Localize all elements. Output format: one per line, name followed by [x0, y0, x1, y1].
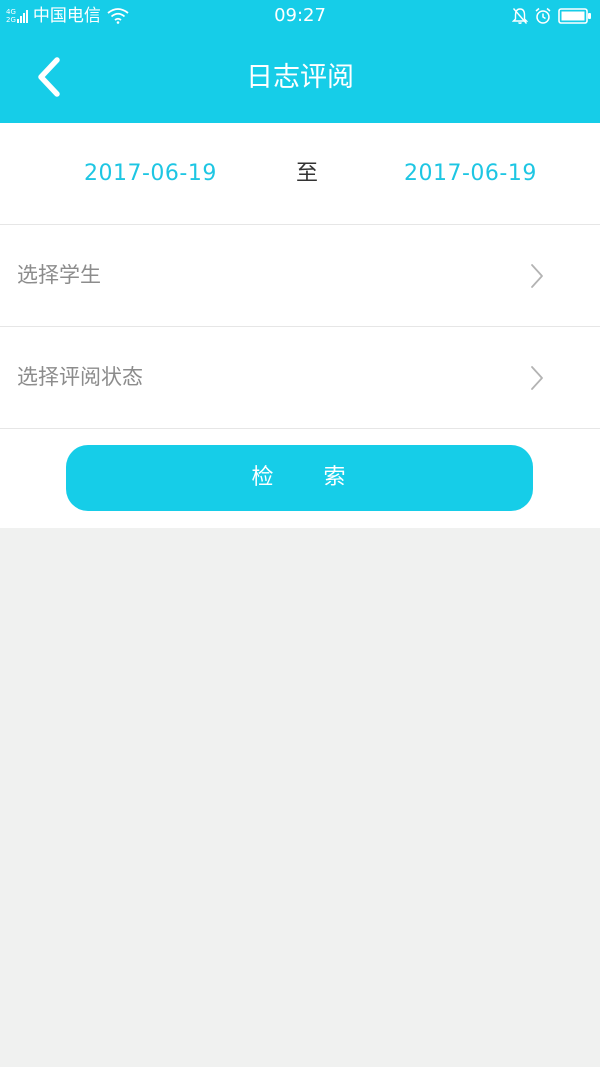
- status-bar: 4G 2G 中国电信 09:27: [0, 0, 600, 32]
- alarm-icon: [535, 7, 551, 24]
- battery-icon: [558, 8, 591, 24]
- select-student-label: 选择学生: [17, 263, 101, 287]
- page-title: 日志评阅: [246, 62, 354, 93]
- select-review-status-label: 选择评阅状态: [17, 365, 143, 389]
- nav-bar: 日志评阅: [0, 32, 600, 123]
- bell-muted-icon: [512, 8, 528, 24]
- back-button[interactable]: [24, 48, 74, 106]
- search-panel: 2017-06-19 至 2017-06-19 选择学生 选择评阅状态 检 索: [0, 123, 600, 528]
- chevron-left-icon: [38, 57, 60, 97]
- date-separator: 至: [296, 161, 319, 186]
- select-review-status-row[interactable]: 选择评阅状态: [0, 327, 600, 429]
- select-student-row[interactable]: 选择学生: [0, 225, 600, 327]
- status-right: [506, 5, 592, 27]
- chevron-right-icon: [531, 366, 543, 390]
- search-button[interactable]: 检 索: [66, 445, 533, 511]
- date-range-row: 2017-06-19 至 2017-06-19: [0, 123, 600, 225]
- end-date-picker[interactable]: 2017-06-19: [404, 123, 537, 224]
- chevron-right-icon: [531, 264, 543, 288]
- app-header: 4G 2G 中国电信 09:27 日志评阅: [0, 0, 600, 123]
- start-date-picker[interactable]: 2017-06-19: [84, 123, 217, 224]
